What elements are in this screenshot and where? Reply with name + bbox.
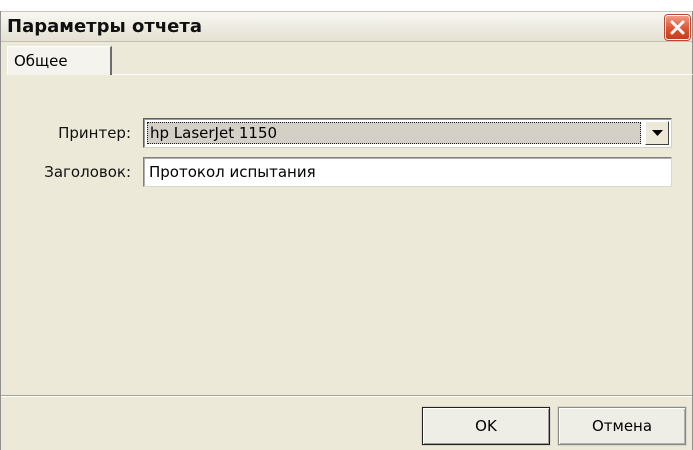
dropdown-button[interactable]	[645, 121, 669, 145]
general-panel: Принтер: hp LaserJet 1150 Заголовок: Про…	[1, 75, 692, 395]
heading-label: Заголовок:	[44, 163, 131, 181]
heading-input[interactable]: Протокол испытания	[143, 157, 672, 187]
printer-label: Принтер:	[58, 124, 131, 142]
tab-strip: Общее	[1, 43, 692, 76]
close-icon	[670, 20, 685, 35]
cancel-button[interactable]: Отмена	[557, 406, 687, 446]
chevron-down-icon	[651, 124, 663, 142]
printer-select-value[interactable]: hp LaserJet 1150	[147, 122, 641, 144]
close-button[interactable]	[664, 14, 691, 41]
tab-general[interactable]: Общее	[7, 46, 112, 76]
report-settings-dialog: Параметры отчета Общее Принтер: hp Laser…	[0, 11, 693, 450]
ok-button[interactable]: OK	[421, 406, 551, 446]
window-title: Параметры отчета	[7, 16, 202, 37]
title-bar[interactable]: Параметры отчета	[1, 11, 692, 42]
printer-select[interactable]: hp LaserJet 1150	[143, 118, 672, 148]
footer-separator	[1, 395, 692, 397]
